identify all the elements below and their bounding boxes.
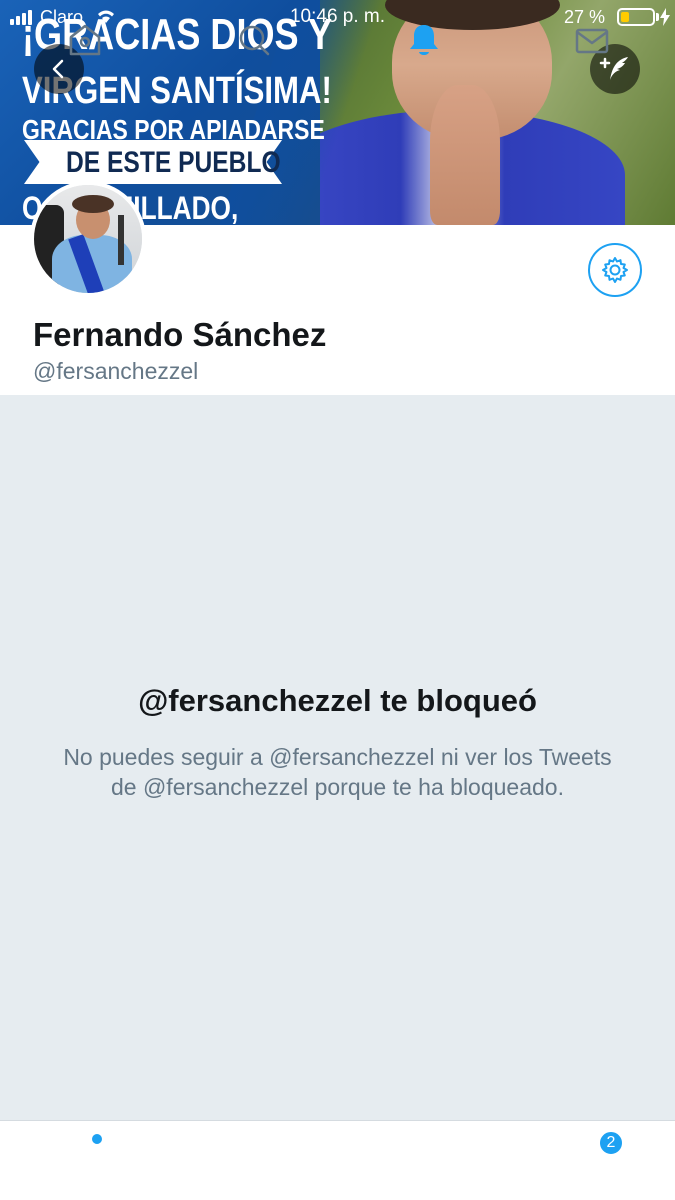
battery-icon <box>617 8 655 26</box>
tab-search[interactable] <box>232 18 276 62</box>
display-name: Fernando Sánchez <box>33 316 327 353</box>
profile-settings-button[interactable] <box>588 243 642 297</box>
messages-badge: 2 <box>598 1130 624 1156</box>
gear-icon <box>602 257 628 283</box>
avatar[interactable] <box>30 181 146 297</box>
battery-fill <box>621 12 629 22</box>
banner-person-hands <box>430 85 500 225</box>
avatar-hair <box>72 195 114 213</box>
home-icon <box>69 24 101 56</box>
charging-bolt-icon <box>660 8 670 26</box>
envelope-icon <box>575 28 609 54</box>
blocked-message: No puedes seguir a @fersanchezzel ni ver… <box>63 744 612 800</box>
home-new-content-dot <box>92 1134 102 1144</box>
username-handle: @fersanchezzel <box>33 358 199 384</box>
bell-icon <box>410 25 438 55</box>
search-icon <box>239 25 270 56</box>
tab-home[interactable] <box>63 18 107 62</box>
avatar-microphone <box>118 215 124 265</box>
tab-messages[interactable] <box>570 18 614 62</box>
blocked-title: @fersanchezzel te bloqueó <box>138 683 537 718</box>
banner-line-4: DE ESTE PUEBLO <box>66 146 281 179</box>
tab-notifications[interactable] <box>402 18 446 62</box>
tab-bar <box>0 1120 675 1200</box>
